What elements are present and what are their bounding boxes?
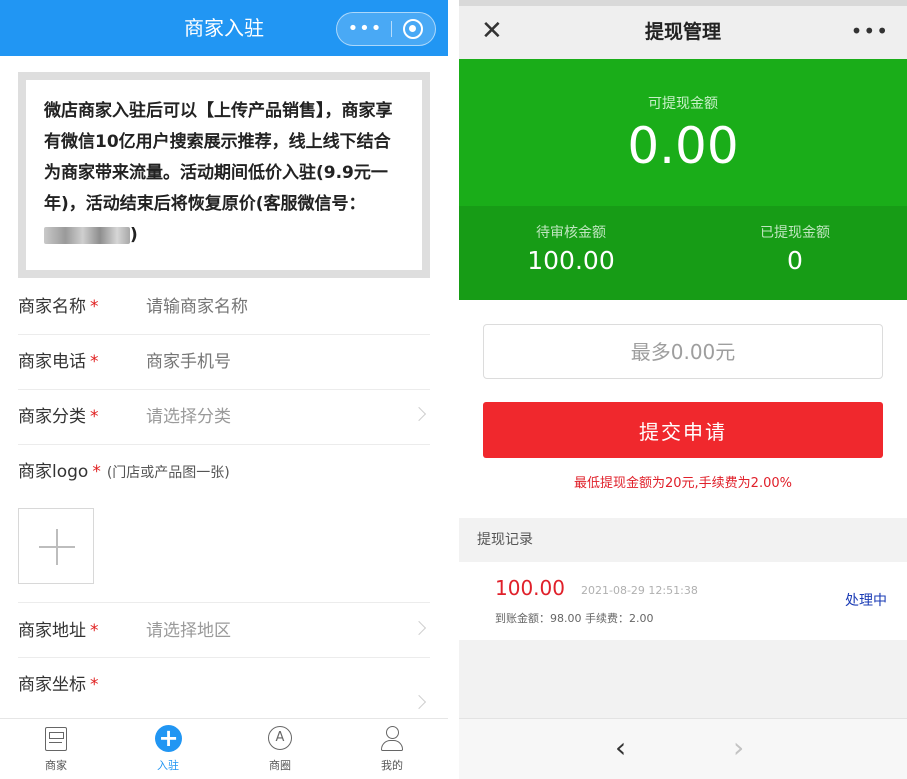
- merchant-phone-label: 商家电话: [18, 352, 86, 372]
- required-mark: *: [90, 407, 99, 427]
- withdrawn-amount: 0: [787, 246, 803, 275]
- required-mark: *: [90, 297, 99, 317]
- withdraw-rule-tip: 最低提现金额为20元,手续费为2.00%: [574, 476, 792, 491]
- required-mark: *: [90, 621, 99, 641]
- balance-panel: 可提现金额 0.00: [459, 59, 907, 206]
- records-title: 提现记录: [477, 532, 533, 548]
- merchant-coords-label: 商家坐标: [18, 675, 86, 695]
- merchant-name-label: 商家名称: [18, 297, 86, 317]
- more-icon[interactable]: •••: [347, 13, 383, 45]
- required-mark: *: [90, 352, 99, 372]
- withdraw-form: 提交申请 最低提现金额为20元,手续费为2.00%: [459, 300, 907, 518]
- merchant-address-label: 商家地址: [18, 621, 86, 641]
- forward-arrow-icon[interactable]: ›: [733, 733, 744, 763]
- merchant-phone-input[interactable]: [146, 334, 406, 390]
- tab-shop[interactable]: 商家: [0, 719, 112, 779]
- withdrawn-label: 已提现金额: [760, 225, 830, 241]
- record-status: 处理中: [845, 593, 887, 609]
- required-mark: *: [90, 675, 99, 695]
- user-icon: [380, 725, 404, 753]
- browser-nav-bar: ‹ ›: [459, 718, 907, 779]
- chevron-right-icon: [411, 620, 427, 636]
- record-amount: 100.00: [495, 576, 565, 600]
- withdraw-header: ✕ 提现管理 •••: [459, 6, 907, 59]
- merchant-phone-row: 商家电话 *: [18, 334, 430, 390]
- tab-label: 入驻: [157, 759, 179, 772]
- merchant-category-label: 商家分类: [18, 407, 86, 427]
- close-target-icon[interactable]: [403, 19, 423, 39]
- pending-amount: 100.00: [527, 246, 615, 275]
- logo-upload-button[interactable]: [18, 508, 94, 584]
- pending-label: 待审核金额: [536, 225, 606, 241]
- merchant-logo-row: 商家logo * (门店或产品图一张): [18, 444, 430, 500]
- merchant-address-row[interactable]: 商家地址 * 请选择地区: [18, 602, 430, 658]
- back-arrow-icon[interactable]: ‹: [615, 733, 626, 763]
- tab-label: 商家: [45, 759, 67, 772]
- miniprogram-capsule: •••: [336, 12, 436, 46]
- tab-label: 我的: [381, 759, 403, 772]
- page-title: 提现管理: [644, 21, 721, 43]
- available-amount: 0.00: [627, 117, 739, 175]
- withdraw-record[interactable]: 100.00 2021-08-29 12:51:38 到账金额：98.00 手续…: [459, 562, 907, 640]
- capsule-divider: [391, 21, 392, 37]
- tab-label: 商圈: [269, 759, 291, 772]
- required-mark: *: [92, 462, 101, 482]
- merchant-category-select[interactable]: 请选择分类: [146, 389, 406, 445]
- tab-business-circle[interactable]: A 商圈: [224, 719, 336, 779]
- notice-closing: ): [130, 225, 138, 245]
- submit-application-button[interactable]: 提交申请: [483, 402, 883, 458]
- merchant-coords-row[interactable]: 商家坐标 *: [18, 657, 430, 718]
- balance-stats: 待审核金额 100.00 已提现金额 0: [459, 206, 907, 300]
- tab-mine[interactable]: 我的: [336, 719, 448, 779]
- plus-circle-icon: +: [155, 725, 182, 752]
- more-icon[interactable]: •••: [851, 16, 889, 46]
- withdraw-amount-input[interactable]: [483, 324, 883, 379]
- available-label: 可提现金额: [648, 96, 718, 112]
- tab-signup[interactable]: + 入驻: [112, 719, 224, 779]
- shop-icon: [45, 727, 67, 751]
- merchant-signup-screen: 商家入驻 ••• 微店商家入驻后可以【上传产品销售】，商家享有微信10亿用户搜索…: [0, 0, 448, 779]
- signup-header: 商家入驻 •••: [0, 0, 448, 56]
- records-header: 提现记录: [459, 518, 907, 562]
- record-detail: 到账金额：98.00 手续费：2.00: [495, 612, 654, 625]
- notice-text: 微店商家入驻后可以【上传产品销售】，商家享有微信10亿用户搜索展示推荐，线上线下…: [44, 101, 393, 214]
- withdraw-management-screen: ✕ 提现管理 ••• 可提现金额 0.00 待审核金额 100.00 已提现金额…: [459, 0, 907, 779]
- chevron-right-icon: [411, 406, 427, 422]
- merchant-logo-hint: (门店或产品图一张): [106, 465, 230, 481]
- merchant-category-row[interactable]: 商家分类 * 请选择分类: [18, 389, 430, 445]
- blurred-wechat-id: [44, 226, 130, 244]
- signup-notice: 微店商家入驻后可以【上传产品销售】，商家享有微信10亿用户搜索展示推荐，线上线下…: [18, 72, 430, 278]
- record-datetime: 2021-08-29 12:51:38: [581, 584, 698, 597]
- merchant-name-input[interactable]: [146, 279, 406, 335]
- merchant-address-select[interactable]: 请选择地区: [146, 603, 406, 659]
- merchant-logo-label: 商家logo: [18, 462, 89, 482]
- chevron-right-icon: [411, 694, 427, 710]
- bottom-tabbar: 商家 + 入驻 A 商圈 我的: [0, 718, 448, 779]
- merchant-name-row: 商家名称 *: [18, 279, 430, 335]
- circle-a-icon: A: [268, 726, 292, 750]
